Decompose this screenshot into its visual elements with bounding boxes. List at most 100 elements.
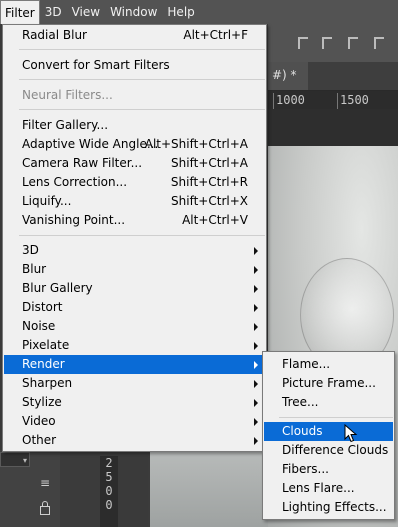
menu-item-lens-correction[interactable]: Lens Correction... Shift+Ctrl+R — [4, 173, 265, 192]
render-submenu: Flame... Picture Frame... Tree... Clouds… — [262, 351, 395, 520]
menu-item-3d[interactable]: 3D — [4, 241, 265, 260]
panel-dropdown[interactable]: ▾ — [0, 452, 30, 467]
menu-separator — [19, 235, 265, 236]
menu-item-label: Render — [22, 357, 65, 371]
menu-3d[interactable]: 3D — [40, 0, 67, 24]
menu-help[interactable]: Help — [162, 0, 199, 24]
menu-item-video[interactable]: Video — [4, 412, 265, 431]
menu-item-label: Distort — [22, 300, 63, 314]
menu-item-convert-smart-filters[interactable]: Convert for Smart Filters — [4, 56, 265, 75]
menu-item-shortcut: Shift+Ctrl+R — [170, 175, 248, 189]
menu-item-label: Camera Raw Filter... — [22, 156, 143, 170]
menu-item-label: Vanishing Point... — [22, 213, 126, 227]
align-left-icon[interactable] — [374, 37, 384, 49]
pasteboard-strip — [118, 456, 148, 527]
menu-item-label: Neural Filters... — [22, 88, 113, 102]
document-tab[interactable]: #) * — [268, 62, 308, 90]
menu-item-label: Difference Clouds — [282, 443, 389, 457]
menu-item-other[interactable]: Other — [4, 431, 265, 450]
menu-item-render[interactable]: Render — [4, 355, 265, 374]
menu-item-label: 3D — [22, 243, 39, 257]
align-vcenter-icon[interactable] — [322, 37, 332, 49]
menu-item-label: Picture Frame... — [282, 376, 376, 390]
submenu-item-difference-clouds[interactable]: Difference Clouds — [264, 441, 393, 460]
menu-item-label: Liquify... — [22, 194, 72, 208]
menu-separator — [19, 49, 265, 50]
menu-item-neural-filters: Neural Filters... — [4, 86, 265, 105]
image-canvas-left[interactable] — [150, 450, 268, 527]
menu-item-noise[interactable]: Noise — [4, 317, 265, 336]
menu-item-shortcut: Alt+Ctrl+V — [182, 213, 248, 227]
menu-item-distort[interactable]: Distort — [4, 298, 265, 317]
submenu-arrow-icon — [254, 399, 258, 407]
menu-item-label: Lighting Effects... — [282, 500, 387, 514]
menu-item-label: Blur — [22, 262, 47, 276]
submenu-item-clouds[interactable]: Clouds — [264, 422, 393, 441]
menubar: Filter 3D View Window Help — [0, 0, 398, 24]
menu-item-label: Lens Flare... — [282, 481, 355, 495]
submenu-item-picture-frame[interactable]: Picture Frame... — [264, 374, 393, 393]
menu-item-label: Adaptive Wide Angle... — [22, 137, 159, 151]
submenu-arrow-icon — [254, 285, 258, 293]
menu-item-filter-gallery[interactable]: Filter Gallery... — [4, 116, 265, 135]
menu-item-shortcut: Shift+Ctrl+A — [171, 156, 248, 170]
menu-item-label: Tree... — [282, 395, 319, 409]
ruler-tick: 1500 — [337, 93, 369, 109]
ruler-tick: 1000 — [273, 93, 305, 109]
submenu-item-tree[interactable]: Tree... — [264, 393, 393, 412]
menu-item-blur-gallery[interactable]: Blur Gallery — [4, 279, 265, 298]
menu-view[interactable]: View — [67, 0, 105, 24]
submenu-item-flame[interactable]: Flame... — [264, 355, 393, 374]
menu-window[interactable]: Window — [105, 0, 162, 24]
submenu-item-lighting-effects[interactable]: Lighting Effects... — [264, 498, 393, 517]
document-tab-bar: #) * — [268, 62, 398, 91]
submenu-arrow-icon — [254, 437, 258, 445]
menu-item-label: Sharpen — [22, 376, 73, 390]
submenu-arrow-icon — [254, 380, 258, 388]
mouse-pointer-icon — [344, 424, 358, 443]
menu-separator — [279, 417, 393, 418]
menu-separator — [19, 109, 265, 110]
menu-item-adaptive-wide-angle[interactable]: Adaptive Wide Angle... Alt+Shift+Ctrl+A — [4, 135, 265, 154]
submenu-arrow-icon — [254, 266, 258, 274]
menu-item-vanishing-point[interactable]: Vanishing Point... Alt+Ctrl+V — [4, 211, 265, 230]
submenu-arrow-icon — [254, 323, 258, 331]
menu-item-label: Pixelate — [22, 338, 70, 352]
menu-item-label: Filter Gallery... — [22, 118, 109, 132]
menu-item-label: Flame... — [282, 357, 331, 371]
menu-item-label: Noise — [22, 319, 56, 333]
align-bottom-icon[interactable] — [348, 37, 358, 49]
menu-item-liquify[interactable]: Liquify... Shift+Ctrl+X — [4, 192, 265, 211]
menu-filter[interactable]: Filter — [0, 0, 40, 24]
menu-item-label: Blur Gallery — [22, 281, 93, 295]
submenu-item-lens-flare[interactable]: Lens Flare... — [264, 479, 393, 498]
submenu-arrow-icon — [254, 342, 258, 350]
submenu-arrow-icon — [254, 361, 258, 369]
menu-item-label: Clouds — [282, 424, 323, 438]
vertical-ruler: 2 5 0 0 — [100, 456, 118, 527]
align-top-icon[interactable] — [298, 37, 308, 49]
menu-item-label: Video — [22, 414, 56, 428]
submenu-item-fibers[interactable]: Fibers... — [264, 460, 393, 479]
menu-item-pixelate[interactable]: Pixelate — [4, 336, 265, 355]
lock-icon[interactable] — [40, 501, 50, 515]
menu-item-label: Lens Correction... — [22, 175, 128, 189]
submenu-arrow-icon — [254, 418, 258, 426]
hamburger-icon[interactable]: ≡ — [40, 476, 50, 490]
menu-item-camera-raw-filter[interactable]: Camera Raw Filter... Shift+Ctrl+A — [4, 154, 265, 173]
submenu-arrow-icon — [254, 247, 258, 255]
horizontal-ruler: 1000 1500 — [268, 91, 398, 110]
menu-item-label: Fibers... — [282, 462, 329, 476]
menu-separator — [19, 79, 265, 80]
menu-item-radial-blur[interactable]: Radial Blur Alt+Ctrl+F — [4, 26, 265, 45]
menu-item-label: Convert for Smart Filters — [22, 58, 170, 72]
menu-item-label: Other — [22, 433, 57, 447]
menu-item-shortcut: Alt+Shift+Ctrl+A — [144, 137, 248, 151]
menu-item-label: Stylize — [22, 395, 62, 409]
filter-menu: Radial Blur Alt+Ctrl+F Convert for Smart… — [2, 24, 267, 452]
options-bar — [268, 24, 398, 63]
submenu-arrow-icon — [254, 304, 258, 312]
menu-item-stylize[interactable]: Stylize — [4, 393, 265, 412]
menu-item-blur[interactable]: Blur — [4, 260, 265, 279]
menu-item-sharpen[interactable]: Sharpen — [4, 374, 265, 393]
